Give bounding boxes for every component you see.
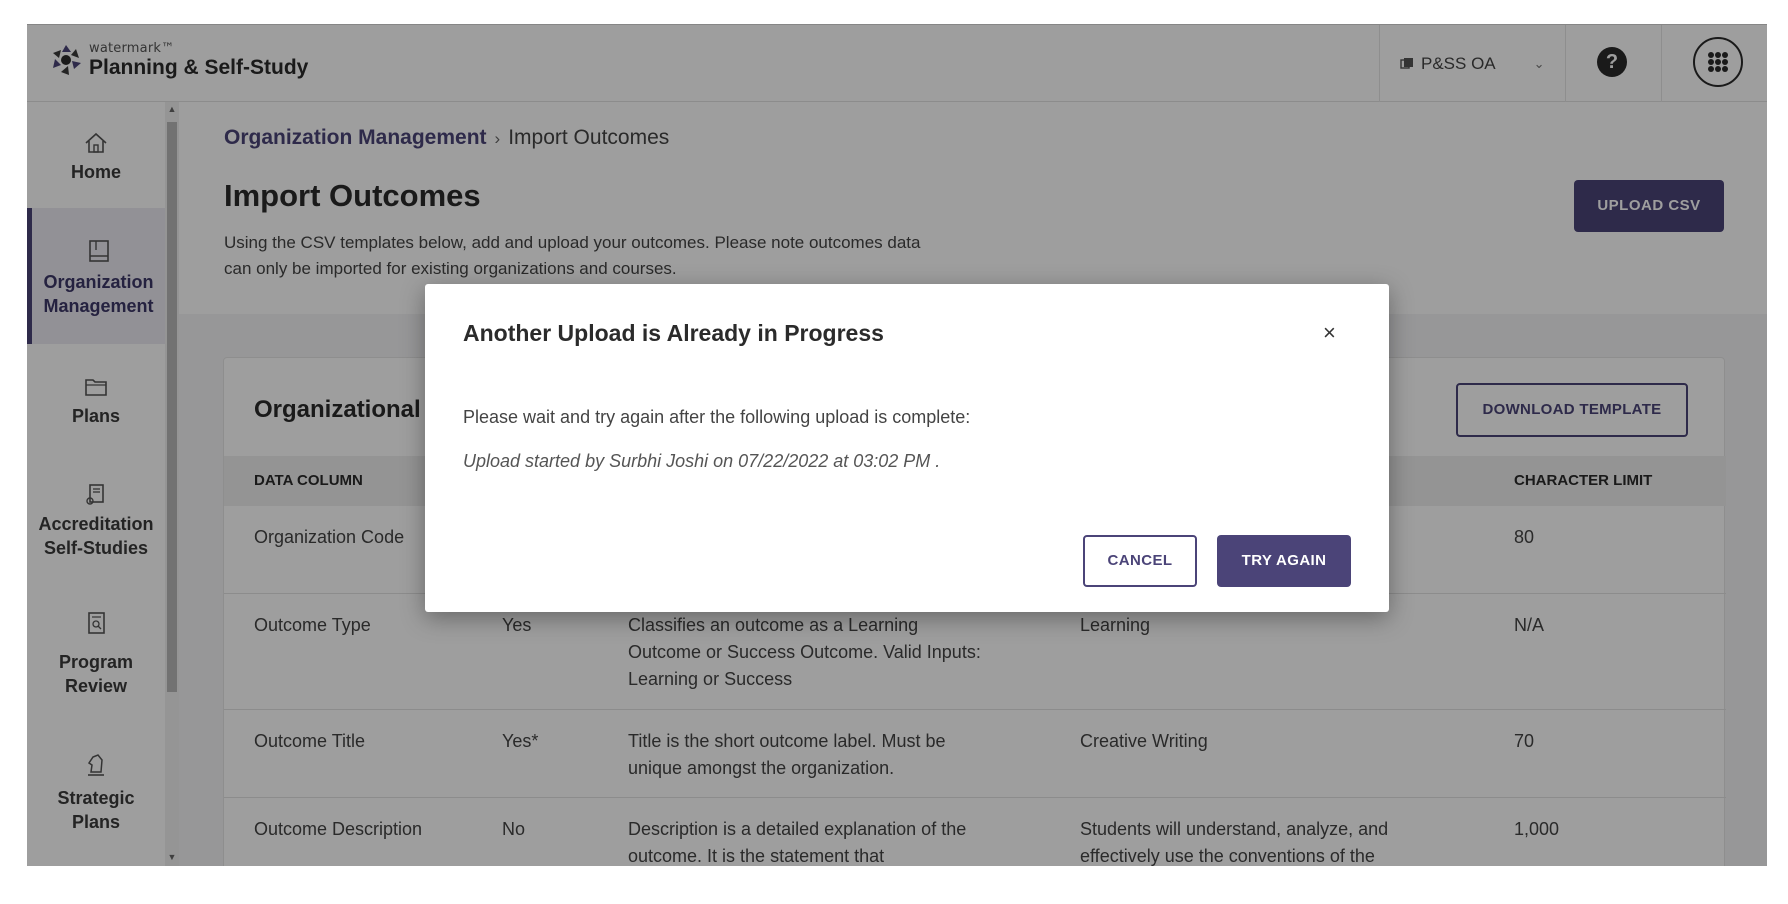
dialog-message: Please wait and try again after the foll… — [463, 407, 971, 427]
app-window: watermark™ Planning & Self-Study P&SS OA… — [27, 24, 1767, 866]
try-again-button[interactable]: TRY AGAIN — [1217, 535, 1351, 587]
dialog-title: Another Upload is Already in Progress — [463, 320, 884, 346]
dialog-upload-detail: Upload started by Surbhi Joshi on 07/22/… — [463, 451, 941, 471]
cancel-button[interactable]: CANCEL — [1083, 535, 1197, 587]
upload-in-progress-dialog: Another Upload is Already in Progress × … — [425, 284, 1389, 612]
close-icon[interactable]: × — [1323, 320, 1336, 346]
